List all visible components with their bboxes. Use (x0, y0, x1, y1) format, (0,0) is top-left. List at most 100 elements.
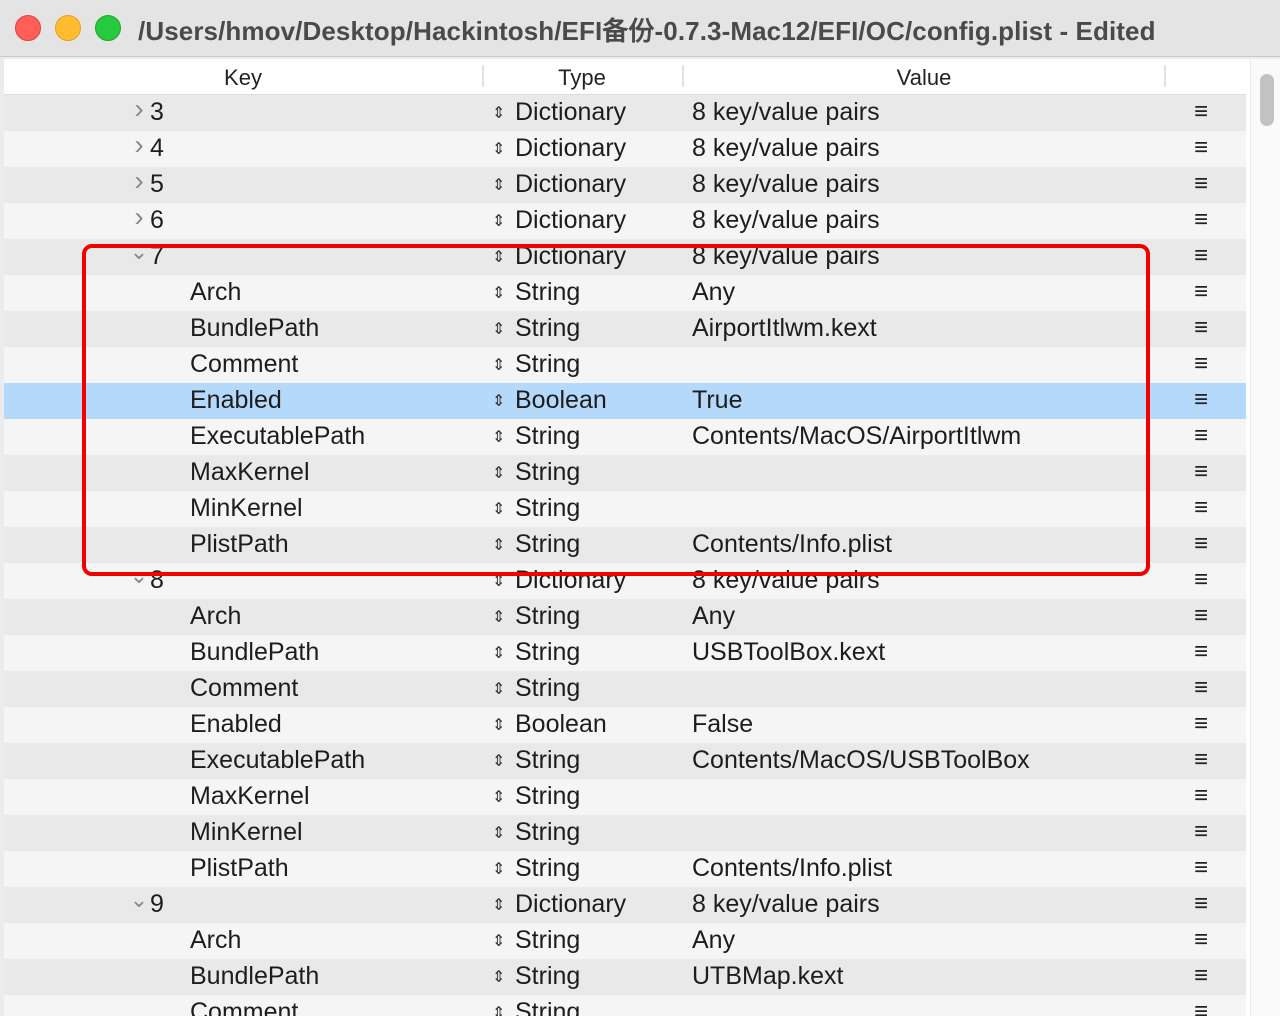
table-row[interactable]: BundlePath ⇕ String UTBMap.kext ≡ (4, 959, 1246, 995)
table-row[interactable]: ExecutablePath ⇕ String Contents/MacOS/USBT… (4, 743, 1246, 779)
row-type[interactable]: String (515, 458, 580, 487)
hamburger-menu-icon[interactable]: ≡ (1194, 638, 1208, 666)
hamburger-menu-icon[interactable]: ≡ (1194, 530, 1208, 558)
hamburger-menu-icon[interactable]: ≡ (1194, 602, 1208, 630)
row-key[interactable]: Comment (190, 998, 298, 1016)
up-down-arrows-icon[interactable]: ⇕ (492, 247, 505, 267)
table-row[interactable]: ⌄ 9 ⇕ Dictionary 8 key/value pairs ≡ (4, 887, 1246, 923)
row-type[interactable]: String (515, 602, 580, 631)
scrollbar-thumb[interactable] (1260, 74, 1274, 126)
row-key[interactable]: Comment (190, 674, 298, 703)
table-row[interactable]: › 6 ⇕ Dictionary 8 key/value pairs ≡ (4, 201, 1246, 239)
row-key[interactable]: Arch (190, 926, 241, 955)
row-key[interactable]: 7 (150, 242, 164, 271)
hamburger-menu-icon[interactable]: ≡ (1194, 566, 1208, 594)
table-row[interactable]: › 3 ⇕ Dictionary 8 key/value pairs ≡ (4, 93, 1246, 131)
up-down-arrows-icon[interactable]: ⇕ (492, 175, 505, 195)
table-row[interactable]: Arch ⇕ String Any ≡ (4, 923, 1246, 959)
row-value[interactable]: USBToolBox.kext (692, 638, 885, 667)
hamburger-menu-icon[interactable]: ≡ (1194, 494, 1208, 522)
hamburger-menu-icon[interactable]: ≡ (1194, 854, 1208, 882)
up-down-arrows-icon[interactable]: ⇕ (492, 607, 505, 627)
hamburger-menu-icon[interactable]: ≡ (1194, 170, 1208, 198)
row-value[interactable]: Contents/Info.plist (692, 854, 892, 883)
up-down-arrows-icon[interactable]: ⇕ (492, 103, 505, 123)
row-key[interactable]: ExecutablePath (190, 422, 365, 451)
table-row[interactable]: Enabled ⇕ Boolean True ≡ (4, 383, 1246, 419)
row-value[interactable]: 8 key/value pairs (692, 170, 880, 199)
row-key[interactable]: Arch (190, 278, 241, 307)
row-key[interactable]: Enabled (190, 710, 282, 739)
up-down-arrows-icon[interactable]: ⇕ (492, 427, 505, 447)
row-type[interactable]: Dictionary (515, 206, 626, 235)
column-header-type[interactable]: Type (484, 65, 680, 91)
hamburger-menu-icon[interactable]: ≡ (1194, 926, 1208, 954)
up-down-arrows-icon[interactable]: ⇕ (492, 787, 505, 807)
row-value[interactable]: 8 key/value pairs (692, 890, 880, 919)
up-down-arrows-icon[interactable]: ⇕ (492, 715, 505, 735)
row-type[interactable]: String (515, 962, 580, 991)
row-type[interactable]: String (515, 278, 580, 307)
vertical-scrollbar[interactable] (1250, 59, 1280, 1016)
column-header-value[interactable]: Value (684, 65, 1164, 91)
row-type[interactable]: String (515, 998, 580, 1016)
table-row[interactable]: Arch ⇕ String Any ≡ (4, 275, 1246, 311)
row-key[interactable]: Arch (190, 602, 241, 631)
table-row[interactable]: ⌄ 7 ⇕ Dictionary 8 key/value pairs ≡ (4, 239, 1246, 275)
table-row[interactable]: Comment ⇕ String ≡ (4, 995, 1246, 1016)
row-key[interactable]: PlistPath (190, 854, 289, 883)
column-header-key[interactable]: Key (4, 65, 482, 91)
row-key[interactable]: 8 (150, 566, 164, 595)
row-value[interactable]: Any (692, 926, 735, 955)
row-value[interactable]: Any (692, 602, 735, 631)
hamburger-menu-icon[interactable]: ≡ (1194, 746, 1208, 774)
hamburger-menu-icon[interactable]: ≡ (1194, 242, 1208, 270)
hamburger-menu-icon[interactable]: ≡ (1194, 386, 1208, 414)
table-row[interactable]: BundlePath ⇕ String AirportItlwm.kext ≡ (4, 311, 1246, 347)
row-value[interactable]: 8 key/value pairs (692, 566, 880, 595)
table-row[interactable]: BundlePath ⇕ String USBToolBox.kext ≡ (4, 635, 1246, 671)
hamburger-menu-icon[interactable]: ≡ (1194, 782, 1208, 810)
row-type[interactable]: Dictionary (515, 170, 626, 199)
hamburger-menu-icon[interactable]: ≡ (1194, 818, 1208, 846)
row-type[interactable]: String (515, 782, 580, 811)
row-key[interactable]: 9 (150, 890, 164, 919)
row-type[interactable]: String (515, 422, 580, 451)
hamburger-menu-icon[interactable]: ≡ (1194, 962, 1208, 990)
up-down-arrows-icon[interactable]: ⇕ (492, 499, 505, 519)
up-down-arrows-icon[interactable]: ⇕ (492, 463, 505, 483)
up-down-arrows-icon[interactable]: ⇕ (492, 751, 505, 771)
up-down-arrows-icon[interactable]: ⇕ (492, 319, 505, 339)
hamburger-menu-icon[interactable]: ≡ (1194, 350, 1208, 378)
table-row[interactable]: Comment ⇕ String ≡ (4, 347, 1246, 383)
up-down-arrows-icon[interactable]: ⇕ (492, 283, 505, 303)
up-down-arrows-icon[interactable]: ⇕ (492, 859, 505, 879)
row-key[interactable]: 6 (150, 206, 164, 235)
hamburger-menu-icon[interactable]: ≡ (1194, 314, 1208, 342)
row-key[interactable]: BundlePath (190, 314, 319, 343)
row-key[interactable]: BundlePath (190, 962, 319, 991)
hamburger-menu-icon[interactable]: ≡ (1194, 422, 1208, 450)
row-value[interactable]: True (692, 386, 742, 415)
row-type[interactable]: String (515, 854, 580, 883)
table-row[interactable]: MinKernel ⇕ String ≡ (4, 491, 1246, 527)
column-divider[interactable] (1164, 65, 1166, 87)
up-down-arrows-icon[interactable]: ⇕ (492, 139, 505, 159)
up-down-arrows-icon[interactable]: ⇕ (492, 355, 505, 375)
table-row[interactable]: Arch ⇕ String Any ≡ (4, 599, 1246, 635)
table-row[interactable]: › 4 ⇕ Dictionary 8 key/value pairs ≡ (4, 129, 1246, 167)
table-row[interactable]: PlistPath ⇕ String Contents/Info.plist ≡ (4, 851, 1246, 887)
hamburger-menu-icon[interactable]: ≡ (1194, 458, 1208, 486)
hamburger-menu-icon[interactable]: ≡ (1194, 674, 1208, 702)
row-value[interactable]: UTBMap.kext (692, 962, 843, 991)
table-row[interactable]: ⌄ 8 ⇕ Dictionary 8 key/value pairs ≡ (4, 563, 1246, 599)
up-down-arrows-icon[interactable]: ⇕ (492, 679, 505, 699)
row-value[interactable]: 8 key/value pairs (692, 242, 880, 271)
row-type[interactable]: Dictionary (515, 98, 626, 127)
row-type[interactable]: String (515, 494, 580, 523)
up-down-arrows-icon[interactable]: ⇕ (492, 643, 505, 663)
chevron-right-icon[interactable]: › (128, 93, 150, 124)
up-down-arrows-icon[interactable]: ⇕ (492, 1003, 505, 1016)
row-value[interactable]: Contents/Info.plist (692, 530, 892, 559)
row-key[interactable]: PlistPath (190, 530, 289, 559)
